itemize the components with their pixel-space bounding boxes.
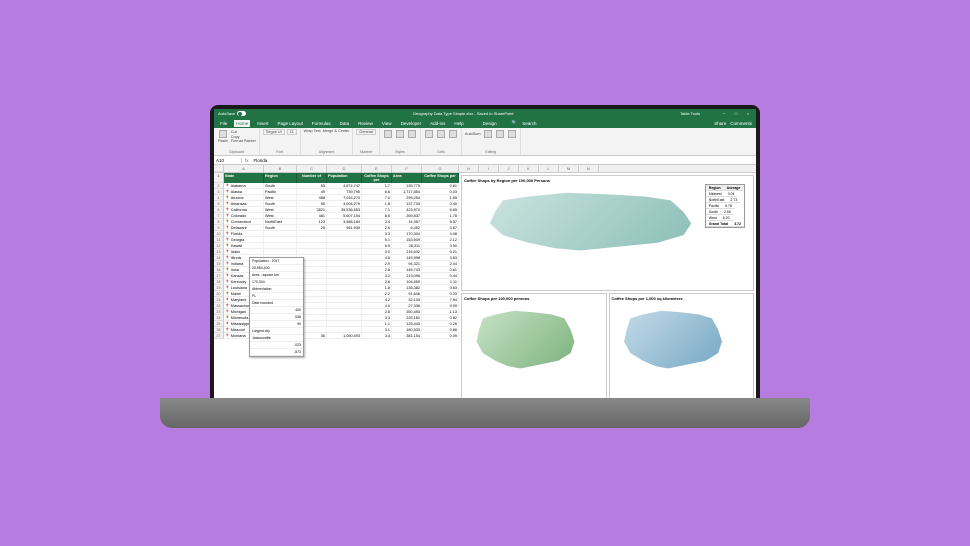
spreadsheet-grid[interactable]: A B C D E F G 1 State Region Number of P… [214,165,756,411]
close-button[interactable]: × [744,111,752,116]
find-icon [496,130,504,138]
us-map-green [464,303,590,380]
conditional-formatting-button[interactable] [383,129,393,139]
popup-row[interactable]: Area - square km [250,272,303,279]
tab-help[interactable]: Help [452,120,465,127]
tab-review[interactable]: Review [356,120,375,127]
popup-row[interactable]: 99 [250,321,303,328]
toggle-icon[interactable] [237,111,246,116]
name-box[interactable]: A10 [214,158,242,163]
minimize-button[interactable]: − [720,111,728,116]
insert-cells-button[interactable] [424,129,434,139]
format-painter-button[interactable]: Format Painter [231,139,256,143]
tab-data[interactable]: Data [338,120,352,127]
document-title: Geography Data Type Simple.xlsx - Saved … [246,111,680,116]
cut-button[interactable]: Cut [231,130,256,134]
popup-row[interactable]: 20,984,400 [250,265,303,272]
pivot-table[interactable]: RegionAverage Midwest3.04NorthEast2.73Pa… [705,184,745,228]
search-label[interactable]: Search [522,121,536,126]
popup-row[interactable]: FL [250,293,303,300]
table-tools-label: Table Tools [680,111,700,116]
tab-home[interactable]: Home [234,120,250,127]
delete-icon [437,130,445,138]
font-group-label: Font [263,150,297,154]
tab-view[interactable]: View [380,120,394,127]
tab-page-layout[interactable]: Page Layout [276,120,305,127]
format-cells-button[interactable] [448,129,458,139]
search-icon[interactable]: 🔍 [512,120,518,126]
cond-fmt-icon [384,130,392,138]
number-group-label: Number [356,150,376,154]
tab-addins[interactable]: Add-ins [428,120,447,127]
popup-row[interactable]: 400 [250,307,303,314]
font-size-select[interactable]: 11 [287,129,297,135]
ribbon: Paste Cut Copy Format Painter Clipboard … [214,128,756,156]
cell-styles-button[interactable] [407,129,417,139]
styles-group-label: Styles [383,150,417,154]
formula-input[interactable]: Florida [252,158,756,163]
formula-bar: A10 fx Florida [214,156,756,165]
title-bar: AutoSave Geography Data Type Simple.xlsx… [214,109,756,118]
popup-row[interactable]: 538 [250,314,303,321]
popup-row[interactable]: Date founded [250,300,303,307]
format-as-table-button[interactable] [395,129,405,139]
wrap-text-button[interactable]: Wrap Text [304,129,321,133]
ideas-button[interactable] [507,129,517,139]
laptop-base [160,398,810,428]
fmt-table-icon [396,130,404,138]
popup-row[interactable]: Abbreviation [250,286,303,293]
table-header-row: 1 State Region Number of Population Coff… [214,173,459,183]
copy-button[interactable]: Copy [231,135,256,139]
insert-icon [425,130,433,138]
paste-button[interactable]: Paste [217,129,229,144]
popup-row[interactable]: Population - 2017 [250,258,303,265]
maximize-button[interactable]: □ [732,111,740,116]
tab-developer[interactable]: Developer [399,120,424,127]
number-format-select[interactable]: General [356,129,376,135]
us-map-teal [464,185,722,262]
alignment-group-label: Alignment [304,150,350,154]
menu-bar: File Home Insert Page Layout Formulas Da… [214,118,756,128]
us-map-blue [612,303,738,380]
editing-group-label: Editing [465,150,517,154]
popup-row[interactable]: 170,304 [250,279,303,286]
ideas-icon [508,130,516,138]
popup-row[interactable]: -573 [250,349,303,356]
tab-file[interactable]: File [218,120,229,127]
share-button[interactable]: Share [714,121,726,126]
clipboard-group-label: Clipboard [217,150,256,154]
tab-design[interactable]: Design [481,120,499,127]
chart-region-map[interactable]: Coffee Shops by Region per 100,000 Perso… [461,175,754,291]
popup-row[interactable]: Jacksonville [250,335,303,342]
chart-per-1000km[interactable]: Coffee Shops per 1,000 sq kilometers [609,293,755,409]
autosum-button[interactable]: AutoSum [465,132,481,136]
tab-insert[interactable]: Insert [255,120,270,127]
tab-formulas[interactable]: Formulas [310,120,333,127]
find-select-button[interactable] [495,129,505,139]
chart-per-100k[interactable]: Coffee Shops per 100,000 persons [461,293,607,409]
merge-button[interactable]: Merge & Center [323,129,350,133]
font-name-select[interactable]: Segoe UI [263,129,285,135]
sort-filter-button[interactable] [483,129,493,139]
column-headers-right[interactable]: H I J K L M N [459,165,756,173]
cell-styles-icon [408,130,416,138]
autosave-toggle[interactable]: AutoSave [218,111,246,116]
paste-icon [219,130,227,138]
column-headers[interactable]: A B C D E F G [214,165,459,173]
comments-button[interactable]: Comments [730,121,752,126]
fx-icon[interactable]: fx [242,158,252,163]
popup-row[interactable]: -023 [250,342,303,349]
format-icon [449,130,457,138]
popup-row[interactable]: Largest city [250,328,303,335]
delete-cells-button[interactable] [436,129,446,139]
cells-group-label: Cells [424,150,458,154]
data-type-card-popup[interactable]: Population - 201720,984,400Area - square… [249,257,304,357]
sort-icon [484,130,492,138]
